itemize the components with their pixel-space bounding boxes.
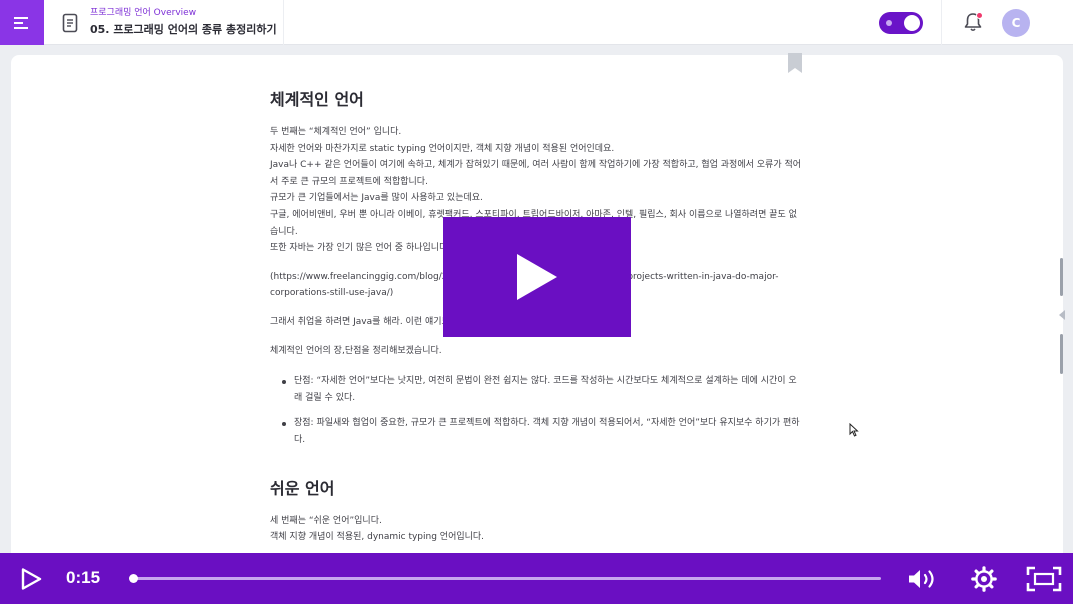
lesson-titles: 프로그래밍 언어 Overview 05. 프로그래밍 언어의 종류 총정리하기 — [90, 7, 277, 38]
section-title: 쉬운 언어 — [270, 478, 335, 498]
play-icon — [517, 254, 557, 300]
scrollbar-thumb[interactable] — [1060, 258, 1063, 296]
scrollbar-thumb[interactable] — [1060, 334, 1063, 374]
app-root: 프로그래밍 언어 Overview 05. 프로그래밍 언어의 종류 총정리하기… — [0, 0, 1073, 604]
video-control-bar: 0:15 — [0, 553, 1073, 604]
list-item: 장점: 파일새와 협업이 중요한, 규모가 큰 프로젝트에 적합하다. 객체 지… — [282, 415, 802, 448]
top-header: 프로그래밍 언어 Overview 05. 프로그래밍 언어의 종류 총정리하기… — [0, 0, 1073, 45]
settings-gear-icon[interactable] — [971, 566, 997, 592]
notification-button[interactable] — [962, 11, 984, 33]
collapse-arrow-icon[interactable] — [1059, 310, 1065, 320]
theme-toggle[interactable] — [879, 12, 923, 34]
paragraph: 자세한 언어와 마찬가지로 static typing 언어이지만, 객체 지향… — [270, 143, 615, 154]
progress-track[interactable] — [128, 574, 881, 583]
menu-button[interactable] — [0, 0, 44, 45]
course-title[interactable]: 프로그래밍 언어 Overview — [90, 7, 277, 19]
header-divider — [283, 0, 284, 45]
list-item: 단점: “자세한 언어”보다는 낫지만, 여전히 문법이 완전 쉽지는 않다. … — [282, 373, 802, 406]
document-icon — [62, 13, 78, 33]
play-icon[interactable] — [20, 568, 42, 590]
section-title: 체계적인 언어 — [270, 90, 364, 109]
paragraph: Java나 C++ 같은 언어들이 여기에 속하고, 체계가 잡혀있기 때문에,… — [270, 160, 802, 187]
paragraph: 규모가 큰 기업들에서는 Java를 많이 사용하고 있는데요. — [270, 193, 483, 204]
paragraph: 세 번째는 “쉬운 언어”입니다. — [270, 515, 382, 526]
pros-cons-list: 단점: “자세한 언어”보다는 낫지만, 여전히 문법이 완전 쉽지는 않다. … — [270, 373, 802, 448]
volume-icon[interactable] — [907, 567, 939, 591]
toggle-dot — [886, 20, 892, 26]
bookmark-icon[interactable] — [787, 52, 803, 74]
avatar[interactable]: C — [1002, 9, 1030, 37]
progress-thumb[interactable] — [128, 574, 138, 583]
paragraph: 체계적인 언어의 장,단점을 정리해보겠습니다. — [270, 345, 442, 356]
current-time: 0:15 — [66, 568, 101, 587]
notification-badge — [976, 12, 983, 19]
paragraph: 두 번째는 “체계적인 언어” 입니다. — [270, 127, 402, 137]
mouse-cursor-icon — [849, 423, 859, 437]
paragraph: 객체 지향 개념이 적용된, dynamic typing 언어입니다. — [270, 532, 485, 543]
big-play-button[interactable] — [443, 217, 631, 337]
fullscreen-icon[interactable] — [1026, 566, 1062, 592]
menu-icon — [14, 16, 28, 29]
toggle-knob — [904, 15, 920, 31]
lesson-title: 05. 프로그래밍 언어의 종류 총정리하기 — [90, 23, 277, 36]
header-divider-right — [941, 0, 942, 45]
